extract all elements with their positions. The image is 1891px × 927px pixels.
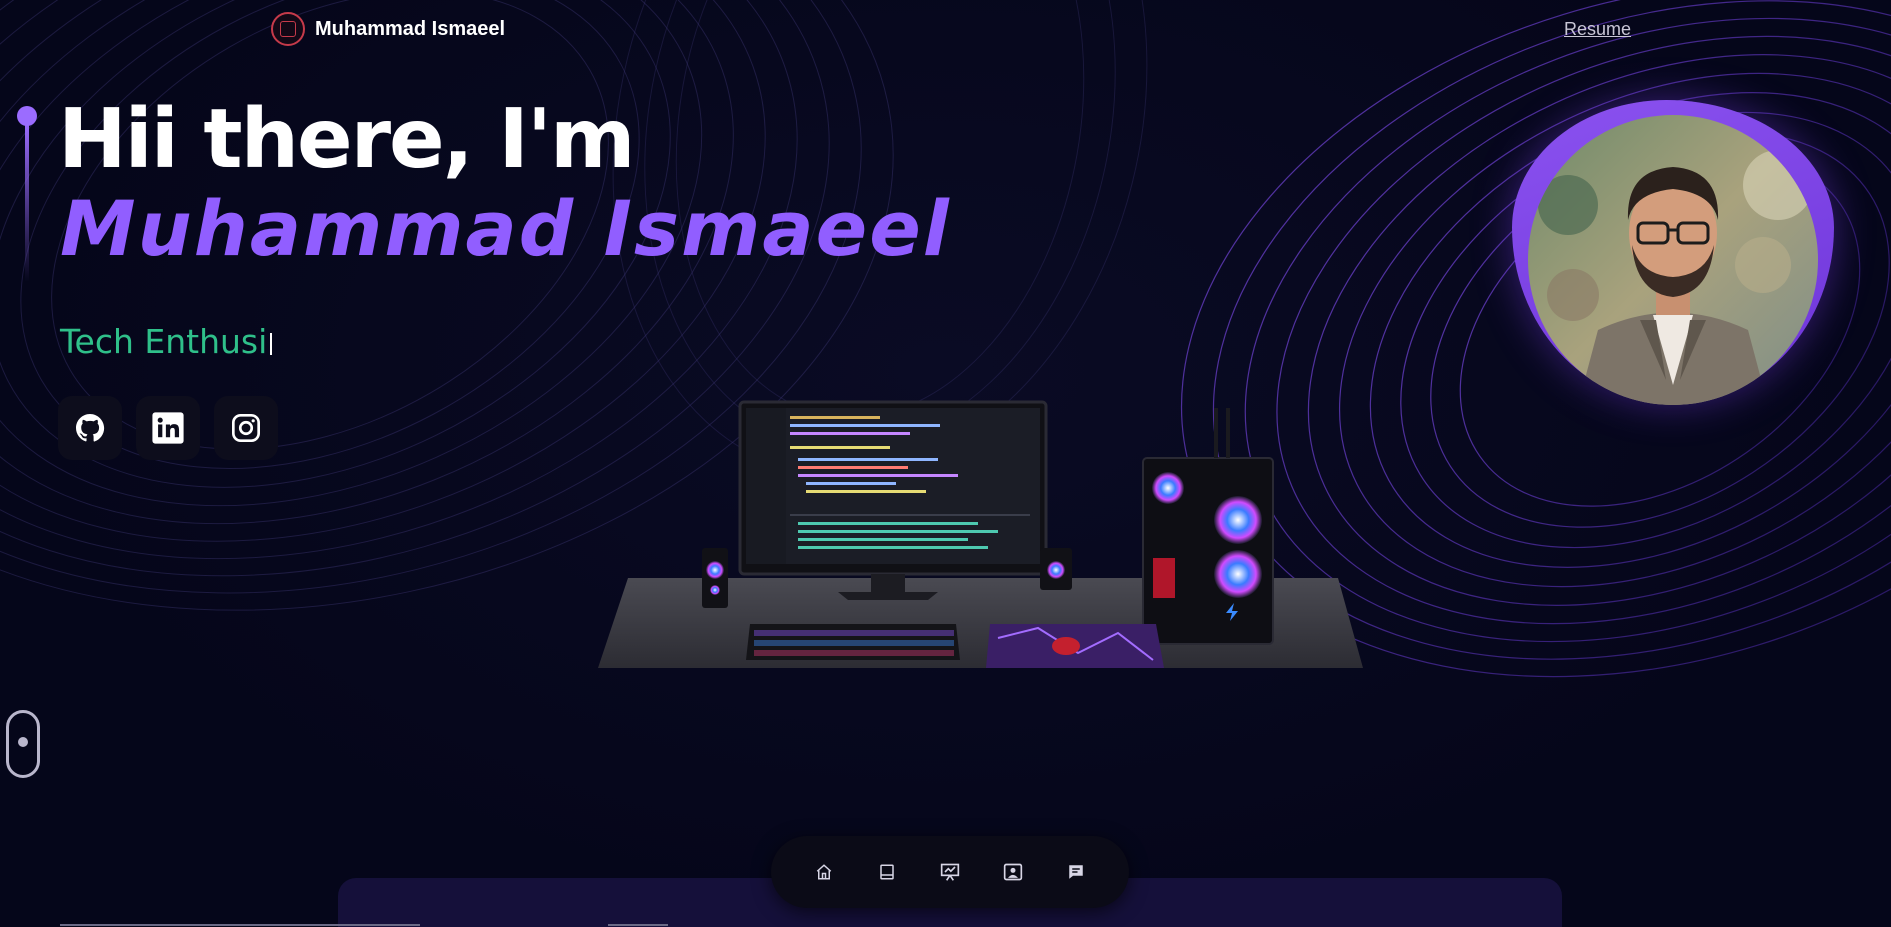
resume-link[interactable]: Resume xyxy=(1564,19,1631,40)
linkedin-icon xyxy=(152,412,184,444)
nav-home-button[interactable] xyxy=(809,857,840,888)
scroll-indicator-dot xyxy=(18,737,28,747)
presentation-icon xyxy=(940,863,960,881)
linkedin-button[interactable] xyxy=(136,396,200,460)
brand-logo-link[interactable]: Muhammad Ismaeel xyxy=(271,12,505,46)
scroll-down-indicator[interactable] xyxy=(6,710,40,778)
nav-chat-button[interactable] xyxy=(1061,857,1092,888)
profile-photo xyxy=(1528,115,1818,405)
contact-card-icon xyxy=(1003,863,1023,881)
nav-contact-button[interactable] xyxy=(998,857,1029,888)
chat-icon xyxy=(1069,865,1083,879)
social-links xyxy=(58,396,278,460)
book-icon xyxy=(880,864,894,880)
brand-name: Muhammad Ismaeel xyxy=(315,17,506,40)
instagram-button[interactable] xyxy=(214,396,278,460)
divider-line xyxy=(608,924,668,926)
github-icon xyxy=(76,414,105,442)
typed-text: Tech Enthusi xyxy=(60,322,268,361)
timeline-line xyxy=(25,122,29,282)
computer-desk-illustration xyxy=(598,400,1363,668)
hero-greeting: Hii there, I'm xyxy=(58,92,635,187)
home-icon xyxy=(816,864,832,880)
typing-caret xyxy=(270,333,273,355)
nav-projects-button[interactable] xyxy=(935,857,966,888)
portfolio-page: Muhammad Ismaeel Resume Hii there, I'm M… xyxy=(0,0,1891,927)
brand-logo-icon xyxy=(271,12,305,46)
profile-photo-illustration xyxy=(1528,115,1818,405)
instagram-icon xyxy=(232,414,260,442)
hero-name: Muhammad Ismaeel xyxy=(60,184,951,273)
typed-tagline: Tech Enthusi xyxy=(60,322,273,361)
github-button[interactable] xyxy=(58,396,122,460)
nav-about-button[interactable] xyxy=(872,857,903,888)
dock-navigation xyxy=(771,836,1129,908)
divider-line xyxy=(60,924,420,926)
